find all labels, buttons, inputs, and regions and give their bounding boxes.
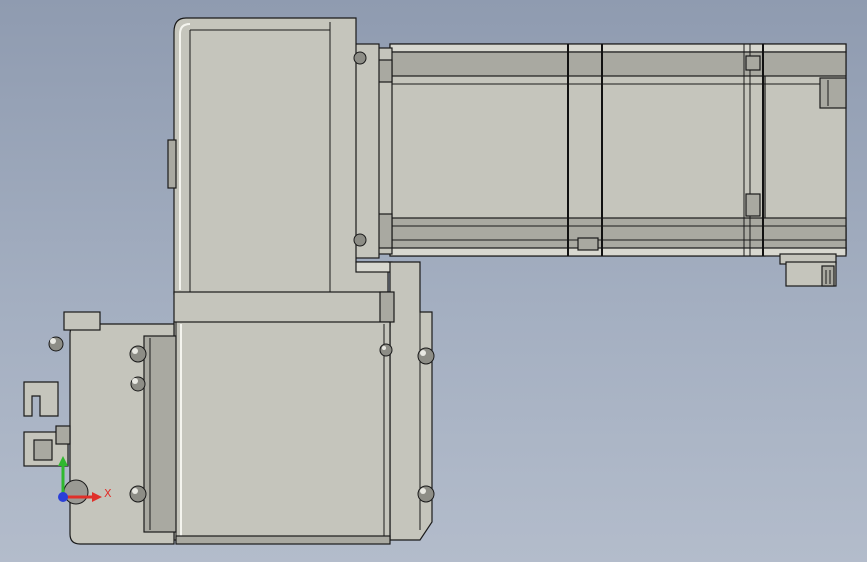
motor-body — [354, 43, 847, 287]
triad-z-axis — [58, 492, 68, 502]
bolt-head-left-bottom — [129, 485, 147, 503]
bolt-head-left-mid — [130, 376, 146, 392]
triad-x-label: X — [104, 487, 112, 500]
bolt-head-flange-bottom — [353, 233, 367, 247]
bolt-head-triad-area — [63, 479, 89, 505]
bolt-head-right-bottom — [417, 485, 435, 503]
bolt-head-mid-right — [379, 343, 393, 357]
bolt-head-right-top — [417, 347, 435, 365]
bolt-head-flange-top — [353, 51, 367, 65]
cad-viewport[interactable]: X — [0, 0, 867, 562]
bolt-head-left-outer-top — [48, 336, 64, 352]
output-housing — [23, 261, 433, 545]
assembly-drawing: X — [23, 17, 847, 545]
bolt-head-left-top — [129, 345, 147, 363]
